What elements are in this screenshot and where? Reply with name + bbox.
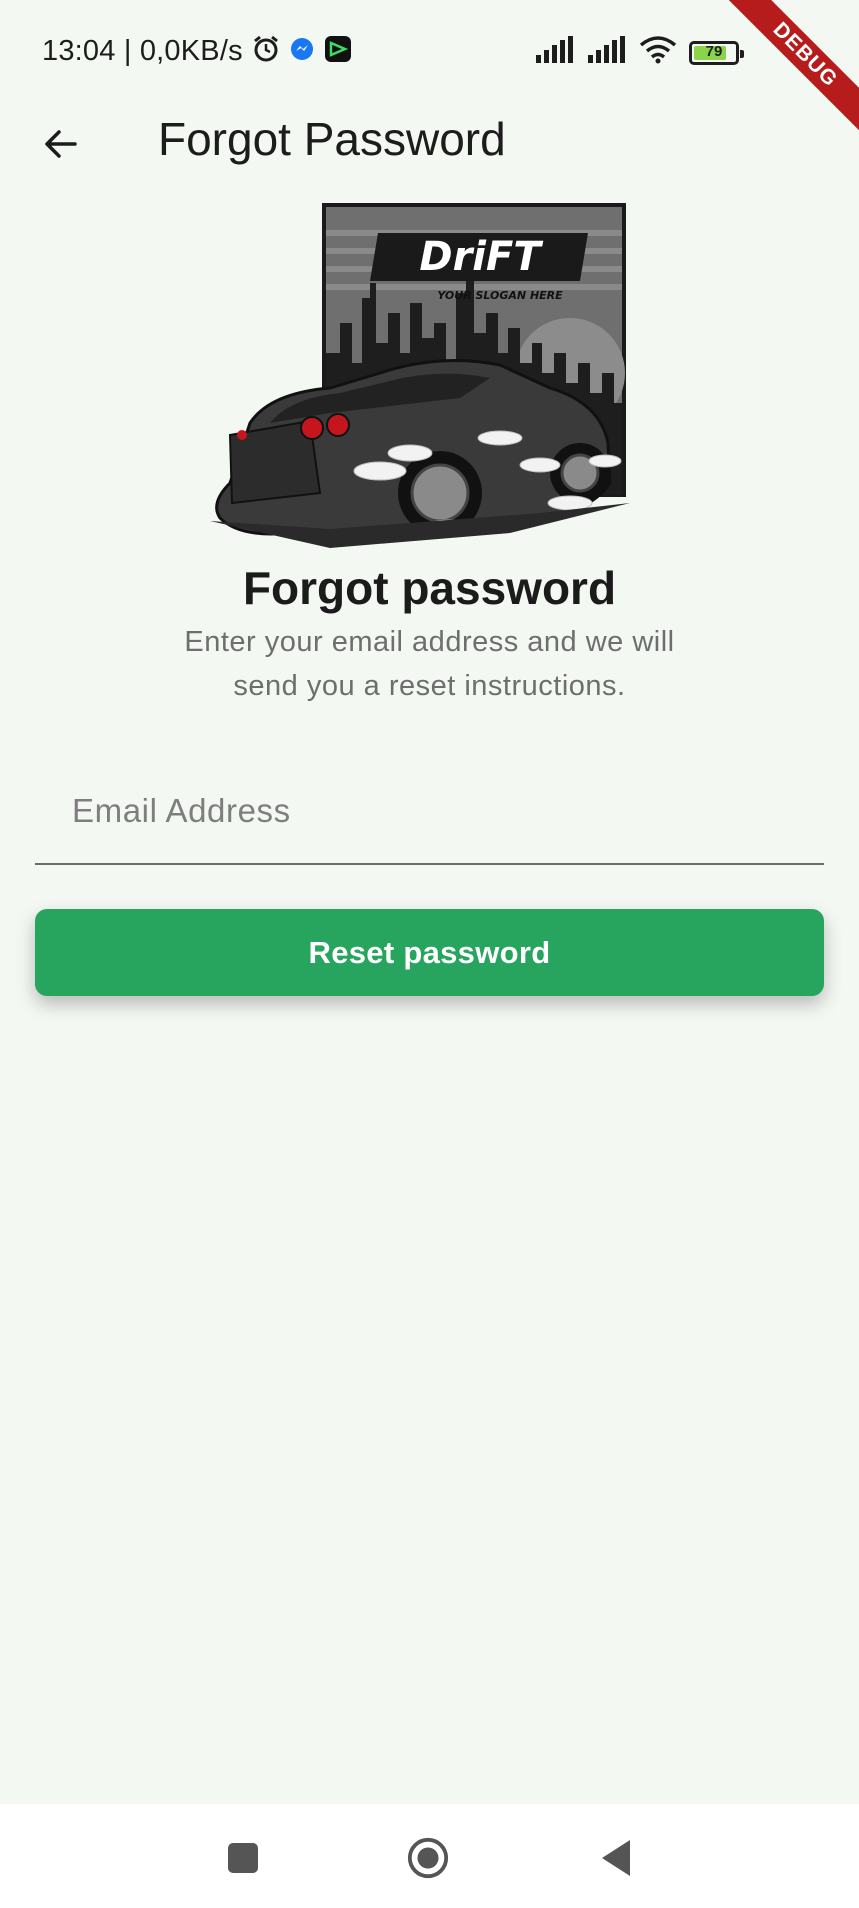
wifi-icon [639, 36, 677, 69]
signal-icon [535, 36, 575, 69]
status-bar: 13:04 | 0,0KB/s 79 DEBUG [0, 0, 859, 137]
email-input[interactable] [70, 775, 794, 847]
drift-logo-image: DriFT YOUR SLOGAN HERE [210, 203, 650, 558]
email-field [35, 760, 824, 865]
app-bar: Forgot Password [0, 105, 859, 181]
battery-icon: 79 [689, 40, 744, 65]
circle-icon [407, 1837, 449, 1879]
nav-home-button[interactable] [406, 1836, 450, 1880]
back-button[interactable] [30, 113, 92, 175]
nav-recents-button[interactable] [221, 1836, 265, 1880]
status-right: 79 [535, 36, 744, 69]
app-notification-icon [323, 34, 353, 69]
status-time: 13:04 | 0,0KB/s [42, 35, 243, 67]
system-navigation-bar [0, 1804, 859, 1908]
nav-back-button[interactable] [594, 1836, 638, 1880]
alarm-clock-icon [251, 34, 281, 69]
forgot-password-heading: Forgot password [242, 562, 617, 614]
reset-password-button[interactable]: Reset password [35, 909, 824, 996]
logo-slogan-text: YOUR SLOGAN HERE [437, 289, 563, 302]
battery-level: 79 [705, 42, 723, 60]
messenger-icon [289, 36, 315, 67]
arrow-left-icon [45, 130, 77, 158]
instruction-text: Enter your email address and we will sen… [184, 626, 675, 702]
logo-brand-text: DriFT [419, 234, 543, 280]
status-left: 13:04 | 0,0KB/s [42, 34, 353, 69]
battery-cap [740, 49, 744, 58]
triangle-back-icon [602, 1840, 630, 1876]
square-icon [228, 1843, 258, 1873]
page-title: Forgot Password [158, 113, 506, 165]
signal-icon [587, 36, 627, 69]
